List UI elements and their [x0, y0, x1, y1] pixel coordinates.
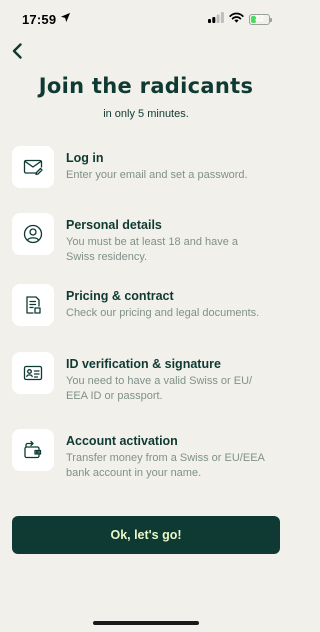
page-title: Join the radicants — [38, 74, 254, 98]
step-description: Enter your email and set a password. — [66, 168, 248, 183]
wallet-transfer-icon — [12, 429, 54, 471]
page-subtitle: in only 5 minutes. — [103, 108, 189, 120]
location-arrow-icon — [60, 10, 71, 28]
step-description-line: Enter your email and set a password. — [66, 169, 248, 181]
step-title: Pricing & contract — [66, 289, 174, 303]
chevron-left-icon — [11, 42, 23, 64]
step-title: ID verification & signature — [66, 357, 221, 371]
step-description: You need to have a valid Swiss or EU/ EE… — [66, 374, 252, 404]
step-text: Log in Enter your email and set a passwo… — [66, 146, 248, 183]
step-title: Log in — [66, 151, 104, 165]
step-title: Account activation — [66, 434, 178, 448]
envelope-edit-icon — [12, 146, 54, 188]
clock: 17:59 — [22, 11, 57, 27]
battery-icon: 32 — [249, 13, 272, 25]
document-icon — [12, 284, 54, 326]
step-description-line: EEA ID or passport. — [66, 390, 163, 402]
step-description: Check our pricing and legal documents. — [66, 306, 259, 321]
wifi-icon — [229, 10, 244, 28]
step-account-activation: Account activation Transfer money from a… — [12, 429, 280, 481]
battery-percent: 32 — [255, 14, 264, 23]
signal-icon — [208, 10, 224, 28]
step-log-in: Log in Enter your email and set a passwo… — [12, 146, 280, 188]
step-description-line: You need to have a valid Swiss or EU/ — [66, 375, 253, 387]
back-button[interactable] — [6, 42, 28, 64]
time-group: 17:59 — [22, 10, 71, 28]
step-description-line: Check our pricing and legal documents. — [66, 307, 260, 319]
step-description: Transfer money from a Swiss or EU/EEA ba… — [66, 451, 265, 481]
step-text: Account activation Transfer money from a… — [66, 429, 265, 481]
step-text: ID verification & signature You need to … — [66, 352, 252, 404]
step-description-line: bank account in your name. — [66, 467, 202, 479]
step-text: Personal details You must be at least 18… — [66, 213, 238, 265]
step-description: You must be at least 18 and have a Swiss… — [66, 235, 238, 265]
step-description-line: Swiss residency. — [66, 251, 148, 263]
step-description-line: Transfer money from a Swiss or EU/EEA — [66, 452, 265, 464]
step-title: Personal details — [66, 218, 162, 232]
continue-button[interactable]: Ok, let's go! — [12, 516, 280, 554]
user-circle-icon — [12, 213, 54, 255]
step-personal-details: Personal details You must be at least 18… — [12, 213, 280, 265]
status-bar: 17:59 32 — [0, 0, 292, 38]
step-pricing-contract: Pricing & contract Check our pricing and… — [12, 284, 280, 326]
step-text: Pricing & contract Check our pricing and… — [66, 284, 259, 321]
home-indicator[interactable] — [93, 621, 199, 625]
id-card-icon — [12, 352, 54, 394]
step-id-verification: ID verification & signature You need to … — [12, 352, 280, 404]
status-icons: 32 — [208, 10, 272, 28]
step-description-line: You must be at least 18 and have a — [66, 236, 239, 248]
